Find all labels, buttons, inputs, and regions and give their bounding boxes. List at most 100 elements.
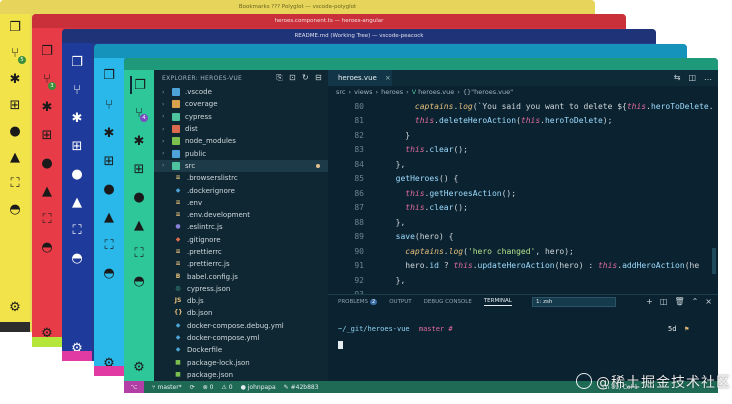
docker-icon[interactable]: ◓: [38, 238, 56, 256]
files-icon[interactable]: ❐: [100, 66, 118, 84]
chevron-right-icon[interactable]: ›: [162, 113, 170, 120]
extensions-icon[interactable]: ⊞: [68, 137, 86, 155]
tree-file[interactable]: ◆ docker-compose.yml: [154, 332, 328, 344]
close-icon[interactable]: ×: [385, 74, 391, 82]
tree-folder[interactable]: › src: [154, 159, 328, 173]
code-line[interactable]: 92 },: [328, 273, 718, 288]
chevron-up-icon[interactable]: ⌃: [692, 296, 699, 308]
extensions-icon[interactable]: ⊞: [100, 152, 118, 170]
remote-status[interactable]: [62, 351, 92, 361]
extensions-icon[interactable]: ⊞: [6, 96, 24, 114]
docker-icon[interactable]: ◓: [130, 272, 148, 290]
crumb-src[interactable]: src: [336, 88, 346, 96]
warnings-indicator[interactable]: ⚠ 0: [221, 384, 232, 391]
refresh-icon[interactable]: ↻: [302, 73, 309, 83]
code-line[interactable]: 82 }: [328, 128, 718, 143]
tab-problems[interactable]: PROBLEMS 2: [338, 299, 378, 305]
docker-icon[interactable]: ◓: [68, 249, 86, 267]
azure-icon[interactable]: ▲: [6, 148, 24, 166]
tree-folder[interactable]: › .vscode: [154, 86, 328, 98]
code-editor[interactable]: 80 captains.log(`You said you want to de…: [328, 99, 718, 294]
debug-icon[interactable]: ✱: [38, 98, 56, 116]
terminal-output[interactable]: ~/_git/heroes-vue master #: [338, 325, 453, 349]
deploy-icon[interactable]: ⛶: [130, 244, 148, 262]
debug-icon[interactable]: ✱: [68, 109, 86, 127]
tree-file[interactable]: ≡ .env: [154, 197, 328, 209]
tree-file[interactable]: ≡ .prettierrc.js: [154, 258, 328, 270]
github-icon[interactable]: ●: [38, 154, 56, 172]
remote-status[interactable]: [94, 366, 124, 376]
collapse-all-icon[interactable]: ⊟: [315, 73, 322, 83]
code-line[interactable]: 83 this.clear();: [328, 143, 718, 158]
branch-indicator[interactable]: ⑂ master*: [152, 384, 182, 391]
peacock-color[interactable]: ✎ #42b883: [284, 384, 319, 391]
tree-file[interactable]: Bbabel.config.js: [154, 270, 328, 282]
tab-terminal[interactable]: TERMINAL: [483, 298, 512, 306]
deploy-icon[interactable]: ⛶: [6, 174, 24, 192]
files-icon[interactable]: ❐: [6, 18, 24, 36]
remote-status[interactable]: [0, 322, 30, 332]
code-line[interactable]: 86 this.getHeroesAction();: [328, 186, 718, 201]
tab-heroes-vue[interactable]: heroes.vue ×: [328, 70, 392, 86]
add-terminal-icon[interactable]: +: [646, 296, 653, 308]
source-control-icon[interactable]: ⑂: [68, 81, 86, 99]
azure-icon[interactable]: ▲: [130, 216, 148, 234]
split-editor-icon[interactable]: ◫: [688, 73, 696, 83]
code-line[interactable]: 89 save(hero) {: [328, 230, 718, 245]
tree-file[interactable]: ≡ .browserslistrc: [154, 172, 328, 184]
tree-folder[interactable]: › public: [154, 147, 328, 159]
sync-icon[interactable]: ⟳: [190, 384, 195, 391]
chevron-right-icon[interactable]: ›: [162, 126, 170, 133]
tree-file[interactable]: ◆ .gitignore: [154, 234, 328, 246]
crumb-heroes[interactable]: heroes: [381, 88, 403, 96]
tree-file[interactable]: ◆ docker-compose.debug.yml: [154, 320, 328, 332]
code-line[interactable]: 85 getHeroes() {: [328, 172, 718, 187]
tree-file[interactable]: ● .eslintrc.js: [154, 221, 328, 233]
close-panel-icon[interactable]: ×: [705, 296, 712, 308]
compare-icon[interactable]: ⇆: [674, 73, 681, 83]
split-terminal-icon[interactable]: ◫: [660, 296, 668, 308]
remote-indicator[interactable]: ⌥: [124, 381, 144, 393]
errors-indicator[interactable]: ⊗ 0: [203, 384, 214, 391]
files-icon[interactable]: ❐: [38, 42, 56, 60]
tree-file[interactable]: JS db.js: [154, 295, 328, 307]
tree-file[interactable]: ≡ .env.development: [154, 209, 328, 221]
azure-icon[interactable]: ▲: [68, 193, 86, 211]
tree-file[interactable]: ≡ .prettierrc: [154, 246, 328, 258]
gear-icon[interactable]: ⚙: [130, 358, 148, 376]
debug-icon[interactable]: ✱: [130, 132, 148, 150]
github-icon[interactable]: ●: [100, 180, 118, 198]
code-line[interactable]: 81 this.deleteHeroAction(this.heroToDele…: [328, 114, 718, 129]
trash-icon[interactable]: 🗑: [674, 296, 684, 308]
tree-file[interactable]: ◆ Dockerfile: [154, 344, 328, 356]
tree-file[interactable]: ■ package-lock.json: [154, 357, 328, 369]
github-user[interactable]: ● johnpapa: [241, 384, 276, 391]
chevron-right-icon[interactable]: ›: [162, 162, 170, 169]
docker-icon[interactable]: ◓: [100, 264, 118, 282]
remote-status[interactable]: [32, 337, 62, 347]
tree-file[interactable]: ◆ .dockerignore: [154, 184, 328, 196]
window-heroes-vue[interactable]: ❐ ⑂ 4 ✱ ⊞ ● ▲ ⛶ ◓ ⚙ EXPLORER: HEROES-VUE…: [124, 58, 718, 393]
tab-debug-console[interactable]: DEBUG CONSOLE: [424, 299, 472, 305]
chevron-right-icon[interactable]: ›: [162, 138, 170, 145]
files-icon[interactable]: ❐: [130, 76, 148, 94]
debug-icon[interactable]: ✱: [100, 124, 118, 142]
tree-folder[interactable]: › cypress: [154, 111, 328, 123]
tree-folder[interactable]: › node_modules: [154, 135, 328, 147]
new-file-icon[interactable]: ⎘: [276, 73, 283, 83]
code-line[interactable]: 88 },: [328, 215, 718, 230]
code-line[interactable]: 80 captains.log(`You said you want to de…: [328, 99, 718, 114]
docker-icon[interactable]: ◓: [6, 200, 24, 218]
code-line[interactable]: 91 hero.id ? this.updateHeroAction(hero)…: [328, 259, 718, 274]
files-icon[interactable]: ❐: [68, 53, 86, 71]
chevron-right-icon[interactable]: ›: [162, 101, 170, 108]
code-line[interactable]: 90 captains.log('hero changed', hero);: [328, 244, 718, 259]
deploy-icon[interactable]: ⛶: [38, 210, 56, 228]
github-icon[interactable]: ●: [130, 188, 148, 206]
tab-output[interactable]: OUTPUT: [389, 299, 411, 305]
tree-file[interactable]: ■ package.json: [154, 369, 328, 381]
extensions-icon[interactable]: ⊞: [130, 160, 148, 178]
azure-icon[interactable]: ▲: [38, 182, 56, 200]
editor-scrollbar[interactable]: [712, 248, 716, 274]
crumb-file[interactable]: heroes.vue: [418, 88, 454, 96]
